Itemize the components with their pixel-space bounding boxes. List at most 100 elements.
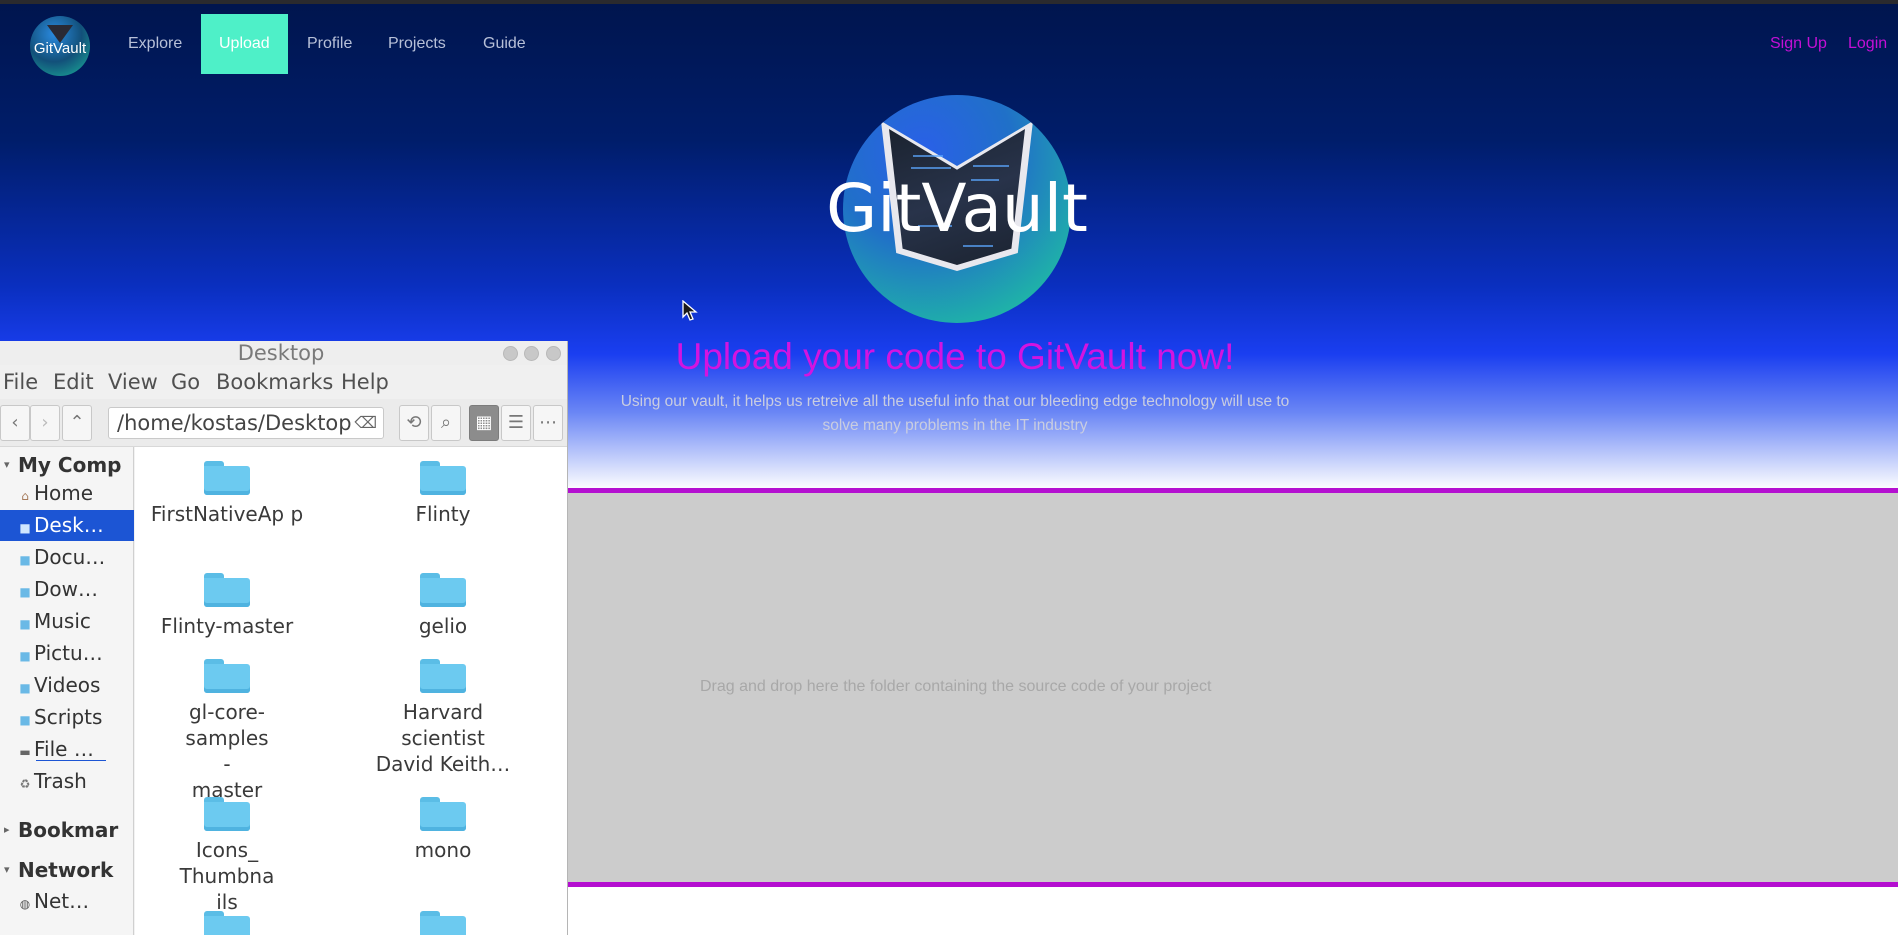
file-name: mono: [414, 838, 472, 862]
toolbar: ‹ › ⌃ /home/kostas/Desktop ⌫ ⟲ ⌕ ▦ ☰ ⋯: [0, 399, 567, 447]
file-name: Flinty: [415, 502, 471, 526]
sidebar-item-label: Home: [34, 481, 94, 505]
folder-icon: [420, 573, 466, 607]
toggle-location-icon[interactable]: ⟲: [399, 405, 429, 441]
nav-explore[interactable]: Explore: [110, 14, 200, 74]
file-item[interactable]: [147, 911, 307, 935]
hero-title: GitVault: [826, 170, 1088, 247]
file-name: gelio: [418, 614, 468, 638]
search-icon[interactable]: ⌕: [431, 405, 461, 441]
sidebar-item-label: Net…: [34, 889, 90, 913]
upload-description: Using our vault, it helps us retreive al…: [620, 393, 1290, 434]
file-name: Harvard scientist David Keith…: [375, 700, 511, 776]
sidebar-item-videos[interactable]: ■ Videos: [0, 670, 134, 701]
location-path-field[interactable]: /home/kostas/Desktop ⌫: [108, 407, 384, 439]
sidebar-item-pictures[interactable]: ■ Pictu…: [0, 638, 134, 669]
nav-upload[interactable]: Upload: [201, 14, 288, 74]
sidebar-item-filesystem[interactable]: ▬ File …: [0, 734, 134, 765]
menu-bookmarks[interactable]: Bookmarks: [216, 365, 333, 399]
collapse-arrow-icon[interactable]: ▸: [4, 823, 10, 836]
file-item[interactable]: Harvard scientist David Keith…: [363, 659, 523, 777]
file-name: gl-core- samples- master: [185, 700, 269, 802]
sidebar-item-documents[interactable]: ■ Docu…: [0, 542, 134, 573]
location-path-text: /home/kostas/Desktop: [117, 411, 352, 435]
home-icon: ⌂: [21, 489, 29, 503]
site-logo[interactable]: GitVault: [30, 16, 90, 76]
folder-icon: ■: [19, 681, 31, 695]
file-item[interactable]: gl-core- samples- master: [147, 659, 307, 803]
menu-edit[interactable]: Edit: [53, 365, 94, 399]
code-line: [911, 167, 951, 169]
up-arrow-icon[interactable]: ⌃: [62, 405, 92, 441]
network-icon: ◍: [19, 897, 31, 911]
nav-guide[interactable]: Guide: [465, 14, 544, 74]
sidebar-item-home[interactable]: ⌂ Home: [0, 478, 134, 509]
menu-view[interactable]: View: [108, 365, 158, 399]
expand-arrow-icon[interactable]: ▾: [4, 863, 10, 876]
menu-go[interactable]: Go: [171, 365, 200, 399]
file-name: Icons_ Thumbnails: [179, 838, 275, 914]
folder-icon: ■: [19, 713, 31, 727]
file-item[interactable]: Icons_ Thumbnails: [147, 797, 307, 915]
folder-icon: [420, 911, 466, 935]
nav-profile[interactable]: Profile: [289, 14, 370, 74]
sidebar-item-label: Scripts: [34, 705, 103, 729]
sidebar-heading-bookmarks[interactable]: Bookmar: [18, 818, 130, 842]
sidebar-item-trash[interactable]: ♻ Trash: [0, 766, 134, 797]
sidebar-item-desktop[interactable]: ■ Desk…: [0, 510, 134, 541]
menu-bar: File Edit View Go Bookmarks Help: [0, 365, 567, 399]
sidebar-item-label: Dow…: [34, 577, 98, 601]
folder-icon: [204, 911, 250, 935]
sidebar-item-label: Docu…: [34, 545, 106, 569]
sidebar-heading-network[interactable]: Network: [18, 858, 130, 882]
upload-headline: Upload your code to GitVault now!: [675, 336, 1235, 377]
folder-icon: ■: [19, 553, 31, 567]
file-item[interactable]: FirstNativeAp p: [147, 461, 307, 527]
folder-icon: [204, 659, 250, 693]
login-link[interactable]: Login: [1848, 14, 1887, 74]
back-arrow-icon[interactable]: ‹: [0, 405, 30, 441]
file-item[interactable]: [363, 911, 523, 935]
file-item[interactable]: gelio: [363, 573, 523, 639]
sidebar-heading-my-computer[interactable]: My Comp: [18, 453, 130, 477]
folder-icon: [204, 461, 250, 495]
minimize-button[interactable]: [503, 346, 518, 361]
top-navigation: GitVault Explore Upload Profile Projects…: [0, 4, 1898, 84]
sidebar-item-downloads[interactable]: ■ Dow…: [0, 574, 134, 605]
menu-file[interactable]: File: [3, 365, 38, 399]
signup-link[interactable]: Sign Up: [1770, 14, 1827, 74]
forward-arrow-icon[interactable]: ›: [30, 405, 60, 441]
clear-path-icon[interactable]: ⌫: [354, 408, 377, 438]
sidebar-item-scripts[interactable]: ■ Scripts: [0, 702, 134, 733]
file-name: Flinty-master: [160, 614, 294, 638]
list-view-icon[interactable]: ☰: [501, 405, 531, 441]
nav-projects[interactable]: Projects: [370, 14, 464, 74]
code-line: [973, 165, 1009, 167]
file-item[interactable]: Flinty-master: [147, 573, 307, 639]
sidebar-item-label: File …: [34, 737, 94, 761]
folder-icon: [204, 797, 250, 831]
file-item[interactable]: mono: [363, 797, 523, 863]
folder-icon: ■: [19, 617, 31, 631]
sidebar-item-network[interactable]: ◍ Net…: [0, 886, 134, 917]
icon-view-icon[interactable]: ▦: [469, 405, 499, 441]
sidebar-item-music[interactable]: ■ Music: [0, 606, 134, 637]
places-sidebar: ▾ My Comp ⌂ Home ■ Desk… ■ Docu… ■ Dow… ■ Mus…: [0, 447, 134, 935]
menu-help[interactable]: Help: [341, 365, 389, 399]
sidebar-item-label: Music: [34, 609, 91, 633]
drive-icon: ▬: [19, 745, 31, 759]
sidebar-item-label: Desk…: [34, 513, 104, 537]
maximize-button[interactable]: [524, 346, 539, 361]
file-item[interactable]: Flinty: [363, 461, 523, 527]
capacity-bar: [36, 760, 106, 761]
folder-icon: ■: [19, 521, 31, 535]
sidebar-item-label: Trash: [34, 769, 87, 793]
sidebar-item-label: Videos: [34, 673, 101, 697]
close-button[interactable]: [546, 346, 561, 361]
compact-view-icon[interactable]: ⋯: [533, 405, 563, 441]
folder-icon: [420, 659, 466, 693]
expand-arrow-icon[interactable]: ▾: [4, 458, 10, 471]
folder-icon: [420, 797, 466, 831]
window-titlebar[interactable]: Desktop: [0, 341, 567, 365]
folder-icon: ■: [19, 585, 31, 599]
